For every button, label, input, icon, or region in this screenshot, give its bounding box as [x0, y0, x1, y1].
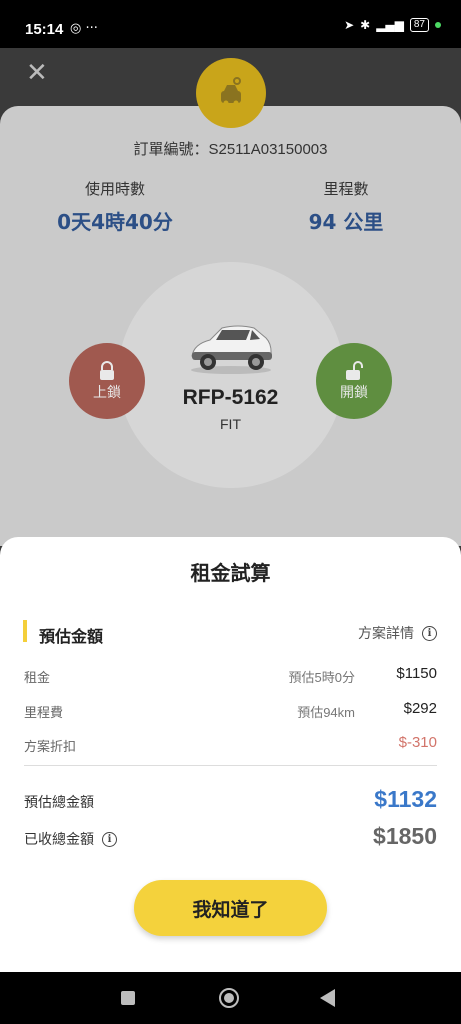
car-image [188, 318, 274, 380]
rent-value: $1150 [396, 665, 437, 682]
collected-info-icon[interactable]: i [102, 831, 117, 847]
recent-apps-icon[interactable] [121, 991, 135, 1005]
privacy-indicator-icon [435, 22, 441, 28]
mileage-label: 里程數 [323, 180, 369, 198]
bluetooth-icon: ✱ [360, 18, 371, 32]
home-icon[interactable] [219, 988, 239, 1008]
status-time: 15:14 [25, 21, 64, 38]
battery-icon: 87 [409, 18, 429, 32]
license-plate: RFP-5162 [182, 386, 279, 409]
rent-label: 租金 [24, 671, 51, 686]
divider [24, 765, 437, 766]
sheet-title: 租金試算 [190, 561, 271, 585]
car-key-badge-icon [196, 58, 266, 128]
signal-icon: ▂▄▆ [376, 18, 404, 32]
notification-icons: ◎ ··· [70, 21, 98, 36]
collected-total-label: 已收總金額 i [24, 829, 117, 849]
back-icon[interactable] [320, 989, 335, 1007]
section-title: 預估金額 [39, 627, 104, 646]
collected-total-text: 已收總金額 [24, 832, 94, 848]
section-accent-bar [23, 620, 27, 642]
usage-time-value: 0天4時40分 [57, 210, 173, 234]
system-status-icons: ➤ ✱ ▂▄▆ 87 [344, 18, 441, 32]
collected-total-value: $1850 [373, 823, 437, 849]
plan-detail-label: 方案詳情 [358, 626, 414, 642]
mileage-value: 94 公里 [308, 210, 384, 234]
car-model: FIT [220, 416, 241, 432]
location-icon: ➤ [344, 18, 355, 32]
order-number: 訂單編號：S2511A03150003 [133, 141, 328, 158]
mileage-fee-note: 預估94km [297, 705, 355, 720]
estimated-total-text: 預估總金額 [24, 795, 94, 811]
info-icon: i [422, 625, 437, 641]
discount-label: 方案折扣 [24, 740, 77, 755]
mileage-fee-label: 里程費 [24, 706, 64, 721]
got-it-button[interactable]: 我知道了 [134, 880, 327, 936]
lock-icon [100, 361, 114, 380]
estimated-total-label: 預估總金額 [24, 792, 94, 812]
close-icon[interactable]: ✕ [26, 60, 48, 86]
status-bar: 15:14 ◎ ··· ➤ ✱ ▂▄▆ 87 [0, 0, 461, 48]
rent-note: 預估5時0分 [288, 670, 355, 685]
unlock-icon [346, 361, 363, 380]
mileage-fee-value: $292 [403, 700, 437, 717]
estimated-total-value: $1132 [374, 786, 437, 812]
discount-value: $-310 [398, 734, 437, 751]
usage-time-label: 使用時數 [84, 180, 145, 198]
plan-detail-link[interactable]: 方案詳情 i [358, 623, 437, 643]
rental-estimate-sheet: 租金試算 預估金額 方案詳情 i 租金 預估5時0分 $1150 里程費 預估9… [0, 537, 461, 972]
